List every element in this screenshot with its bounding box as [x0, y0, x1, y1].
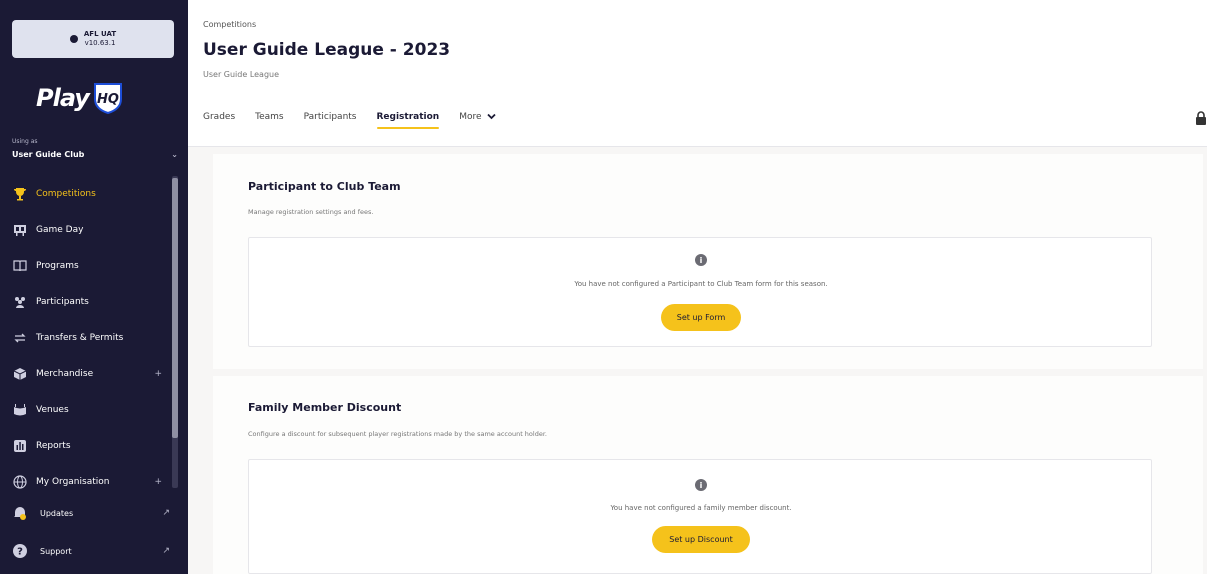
- environment-dot-icon: [69, 35, 78, 43]
- sidebar-item-label: Venues: [36, 405, 69, 415]
- transfer-arrows-icon: [12, 330, 28, 346]
- scoreboard-icon: [12, 222, 28, 238]
- tab-more[interactable]: More: [459, 112, 497, 132]
- tab-participants[interactable]: Participants: [304, 112, 357, 132]
- set-up-discount-button[interactable]: Set up Discount: [652, 526, 750, 553]
- sidebar-item-programs[interactable]: Programs: [0, 248, 178, 284]
- sidebar-item-merchandise[interactable]: Merchandise +: [0, 356, 178, 392]
- bell-icon: [12, 505, 28, 521]
- tab-teams[interactable]: Teams: [255, 112, 283, 132]
- sidebar-item-label: My Organisation: [36, 477, 110, 487]
- tab-more-label: More: [459, 112, 482, 122]
- environment-version: v10.63.1: [84, 39, 116, 47]
- sidebar-nav: Competitions Game Day Programs Participa…: [0, 176, 178, 500]
- sidebar-item-updates[interactable]: Updates ↗: [0, 494, 188, 532]
- sidebar-bottom-nav: Updates ↗ ? Support ↗: [0, 494, 188, 570]
- globe-icon: [12, 474, 28, 490]
- section-description: Configure a discount for subsequent play…: [248, 430, 547, 438]
- sidebar-scrollbar-thumb[interactable]: [172, 178, 178, 438]
- section-description: Manage registration settings and fees.: [248, 208, 374, 216]
- chevron-down-icon: [487, 113, 497, 120]
- logo-mark: HQ: [97, 92, 119, 107]
- expand-plus-icon[interactable]: +: [154, 369, 162, 379]
- environment-name: AFL UAT: [83, 30, 117, 38]
- sidebar-item-reports[interactable]: Reports: [0, 428, 178, 464]
- sidebar: AFL UAT v10.63.1 Play HQ Using as User G…: [0, 0, 188, 574]
- page-subtitle: User Guide League: [203, 70, 280, 79]
- sidebar-item-game-day[interactable]: Game Day: [0, 212, 178, 248]
- sidebar-item-label: Updates: [40, 508, 74, 518]
- book-icon: [12, 258, 28, 274]
- external-link-icon: ↗: [162, 508, 170, 518]
- sidebar-item-participants[interactable]: Participants: [0, 284, 178, 320]
- trophy-icon: [12, 186, 28, 202]
- sidebar-item-support[interactable]: ? Support ↗: [0, 532, 188, 570]
- info-icon: i: [695, 479, 707, 491]
- sidebar-item-label: Reports: [36, 441, 71, 451]
- sidebar-item-label: Participants: [36, 297, 89, 307]
- section-title: Participant to Club Team: [248, 180, 401, 193]
- sidebar-item-label: Support: [40, 546, 72, 556]
- club-selector[interactable]: User Guide Club ⌄: [12, 150, 178, 159]
- using-as-label: Using as: [12, 138, 38, 145]
- box-icon: [12, 366, 28, 382]
- tab-bar: Grades Teams Participants Registration M…: [203, 112, 516, 132]
- empty-state-box: i You have not configured a Participant …: [248, 237, 1152, 347]
- playhq-logo[interactable]: Play HQ: [36, 78, 125, 118]
- tab-registration[interactable]: Registration: [376, 112, 439, 132]
- tab-grades[interactable]: Grades: [203, 112, 235, 132]
- stadium-icon: [12, 402, 28, 418]
- sidebar-item-label: Game Day: [36, 225, 84, 235]
- empty-state-box: i You have not configured a family membe…: [248, 459, 1152, 574]
- expand-plus-icon[interactable]: +: [154, 477, 162, 487]
- question-icon: ?: [12, 543, 28, 559]
- people-icon: [12, 294, 28, 310]
- chevron-down-icon: ⌄: [171, 150, 178, 159]
- shield-logo-icon: HQ: [93, 83, 122, 115]
- lock-icon[interactable]: [1195, 110, 1207, 126]
- empty-state-message: You have not configured a Participant to…: [574, 280, 828, 288]
- svg-text:?: ?: [17, 547, 23, 558]
- logo-text: Play: [36, 84, 90, 112]
- set-up-form-button[interactable]: Set up Form: [661, 304, 741, 331]
- sidebar-item-venues[interactable]: Venues: [0, 392, 178, 428]
- club-name: User Guide Club: [12, 150, 85, 159]
- section-title: Family Member Discount: [248, 401, 402, 414]
- sidebar-item-competitions[interactable]: Competitions: [0, 176, 178, 212]
- breadcrumb[interactable]: Competitions: [203, 20, 256, 29]
- sidebar-item-label: Programs: [36, 261, 79, 271]
- info-icon: i: [695, 254, 707, 266]
- external-link-icon: ↗: [162, 546, 170, 556]
- page-title: User Guide League - 2023: [203, 40, 451, 60]
- sidebar-item-label: Transfers & Permits: [36, 333, 124, 343]
- empty-state-message: You have not configured a family member …: [610, 504, 792, 512]
- sidebar-item-label: Merchandise: [36, 369, 94, 379]
- chart-icon: [12, 438, 28, 454]
- sidebar-item-transfers-permits[interactable]: Transfers & Permits: [0, 320, 178, 356]
- sidebar-item-label: Competitions: [36, 189, 96, 199]
- environment-badge: AFL UAT v10.63.1: [12, 20, 174, 58]
